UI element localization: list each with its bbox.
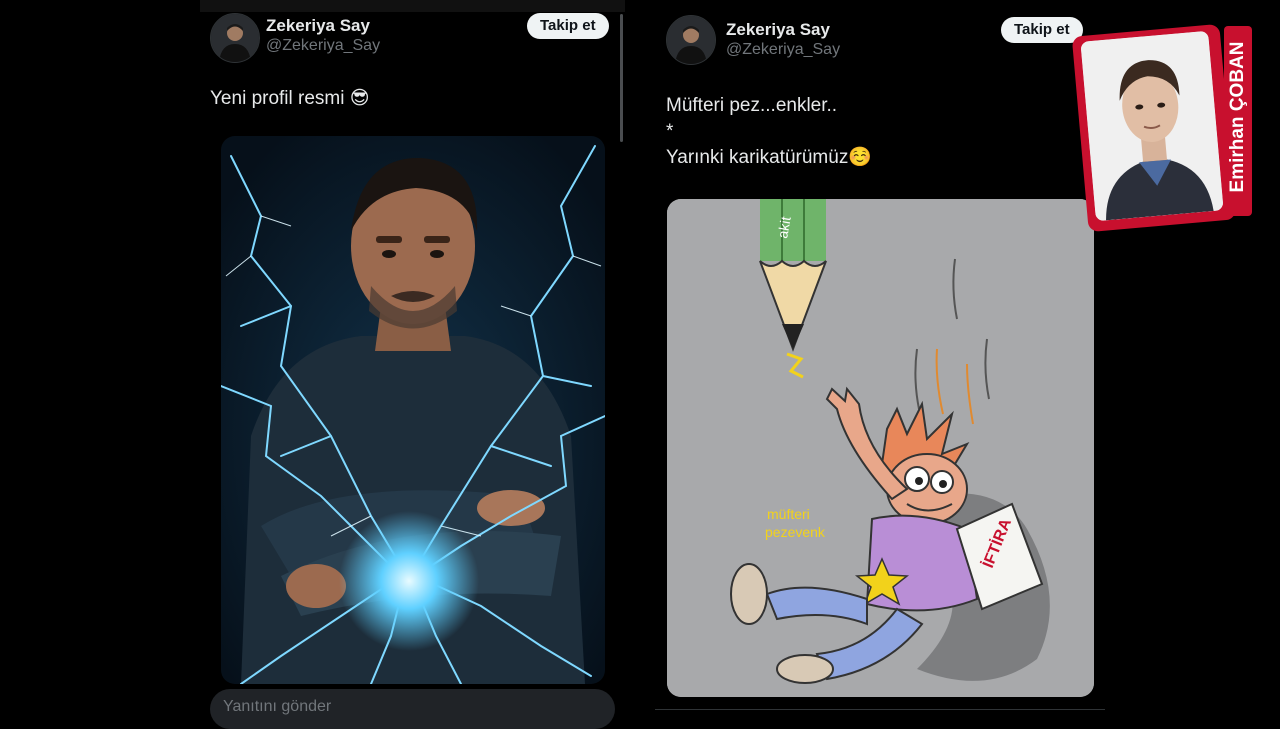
divider <box>655 709 1105 710</box>
left-tweet-panel: Zekeriya Say @Zekeriya_Say Takip et Yeni… <box>200 0 625 729</box>
tweet-text-line-1: Müfteri pez...enkler.. <box>666 95 838 116</box>
author-avatar[interactable] <box>210 13 260 63</box>
portrait-icon <box>1080 30 1224 222</box>
tweet-text: Yeni profil resmi 😎 <box>210 88 370 109</box>
top-bar <box>200 0 625 12</box>
scrollbar[interactable] <box>620 14 623 142</box>
tweet-text-line-2: * <box>666 121 674 142</box>
cartoon-illustration-icon: akit İFTİRA müfteri pezevenk <box>667 199 1094 697</box>
author-inset-photo: Emirhan ÇOBAN <box>1071 22 1254 234</box>
lightning-portrait-icon <box>221 136 605 684</box>
author-name[interactable]: Zekeriya Say <box>266 16 370 36</box>
author-name[interactable]: Zekeriya Say <box>726 20 830 40</box>
inset-name: Emirhan ÇOBAN <box>1227 41 1248 193</box>
tweet-media-cartoon[interactable]: akit İFTİRA müfteri pezevenk <box>667 199 1094 697</box>
profile-photo-icon <box>667 16 715 64</box>
profile-photo-icon <box>211 14 259 62</box>
inset-portrait <box>1080 30 1224 222</box>
author-handle[interactable]: @Zekeriya_Say <box>726 41 840 59</box>
tweet-media-image[interactable] <box>221 136 605 684</box>
right-tweet-panel: Zekeriya Say @Zekeriya_Say Takip et Müft… <box>655 0 1105 720</box>
reply-input[interactable]: Yanıtını gönder <box>210 689 615 729</box>
author-avatar[interactable] <box>666 15 716 65</box>
follow-button[interactable]: Takip et <box>527 13 609 39</box>
author-handle[interactable]: @Zekeriya_Say <box>266 37 380 55</box>
tweet-text-line-3: Yarınki karikatürümüz☺️ <box>666 147 872 168</box>
inset-name-tag: Emirhan ÇOBAN <box>1224 26 1252 216</box>
follow-button[interactable]: Takip et <box>1001 17 1083 43</box>
reply-placeholder: Yanıtını gönder <box>223 698 332 715</box>
